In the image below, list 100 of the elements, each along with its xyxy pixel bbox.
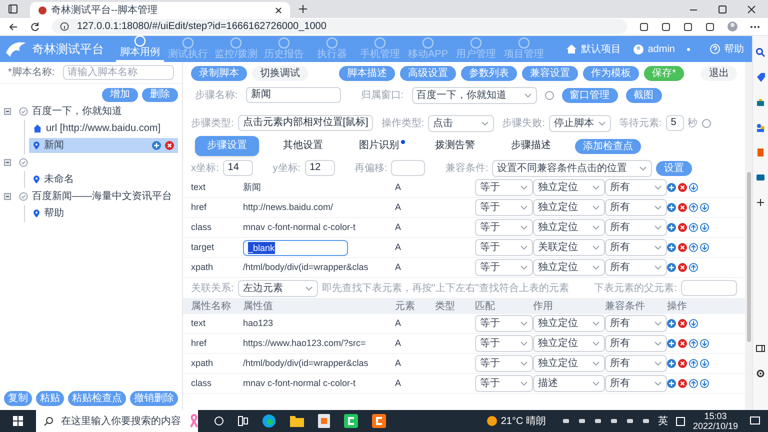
dropdown[interactable]: 独立定位 — [533, 219, 605, 236]
close-icon[interactable] — [747, 5, 756, 14]
dropdown[interactable]: 所有 — [605, 315, 667, 332]
number-field[interactable]: 14 — [222, 160, 253, 176]
dropdown[interactable]: 百度一下，你就知道 — [412, 86, 537, 104]
dropdown[interactable]: 等于 — [475, 199, 533, 216]
dropdown[interactable]: 独立定位 — [533, 179, 605, 196]
down-arrow-icon[interactable] — [700, 359, 709, 368]
down-arrow-icon[interactable] — [700, 203, 709, 212]
text-field[interactable]: 点击元素内部相对位置[鼠标] — [238, 115, 374, 131]
dropdown[interactable]: 等于 — [475, 375, 533, 392]
new-tab-icon[interactable] — [298, 4, 308, 14]
dropdown[interactable]: 独立定位 — [533, 259, 605, 276]
dropdown[interactable]: 独立定位 — [533, 315, 605, 332]
clock-date[interactable]: 2022/10/19 — [692, 421, 738, 431]
home-icon[interactable] — [566, 44, 577, 54]
people-icon[interactable] — [756, 123, 765, 132]
browser-tab[interactable]: 奇林测试平台--脚本管理 — [30, 2, 290, 18]
down-arrow-icon[interactable] — [700, 243, 709, 252]
dropdown[interactable]: 独立定位 — [533, 199, 605, 216]
collapse-icon[interactable] — [4, 159, 11, 166]
dropdown[interactable]: 等于 — [475, 179, 533, 196]
dropdown[interactable]: 所有 — [605, 219, 667, 236]
widgets-icon[interactable] — [238, 416, 248, 426]
start-icon[interactable] — [13, 416, 23, 426]
down-arrow-icon[interactable] — [700, 379, 709, 388]
up-arrow-icon[interactable] — [689, 339, 698, 348]
tree-item[interactable]: 百度新闻——海量中文资讯平台 — [15, 189, 178, 204]
dropdown[interactable]: 等于 — [475, 315, 533, 332]
down-arrow-icon[interactable] — [689, 319, 698, 328]
settings-icon[interactable] — [756, 369, 765, 378]
dropdown[interactable]: 点击 — [428, 114, 494, 132]
up-arrow-icon[interactable] — [689, 359, 698, 368]
dropdown[interactable]: 等于 — [475, 355, 533, 372]
tag-icon[interactable] — [756, 73, 765, 82]
ide-icon[interactable] — [372, 414, 386, 428]
sidebar-toggle-icon[interactable] — [756, 344, 765, 353]
up-arrow-icon[interactable] — [689, 243, 698, 252]
script-name-field[interactable]: 请输入脚本名称 — [62, 65, 174, 80]
dropdown[interactable]: 等于 — [475, 259, 533, 276]
delete-icon[interactable] — [678, 379, 687, 388]
dropdown[interactable]: 所有 — [605, 239, 667, 256]
back-icon[interactable] — [8, 22, 18, 32]
dropdown[interactable]: 所有 — [605, 199, 667, 216]
tree-item[interactable]: 新闻 — [29, 138, 178, 153]
down-arrow-icon[interactable] — [700, 223, 709, 232]
ime-indicator[interactable]: 英 — [658, 414, 668, 428]
tree-item[interactable]: 未命名 — [29, 172, 178, 187]
number-field[interactable]: 12 — [304, 160, 335, 176]
delete-icon[interactable] — [678, 203, 687, 212]
dropdown[interactable]: 设置不同兼容条件点击的位置 — [492, 160, 652, 176]
toolbar-button[interactable]: 切换调试 — [252, 66, 308, 80]
info-icon[interactable] — [60, 22, 69, 31]
add-icon[interactable] — [756, 198, 765, 207]
tab[interactable]: 其他设置 — [271, 136, 335, 156]
dropdown[interactable]: 独立定位 — [533, 355, 605, 372]
more-icon[interactable] — [750, 24, 760, 28]
delete-icon[interactable] — [678, 223, 687, 232]
tree-item[interactable]: url [http://www.baidu.com] — [29, 121, 178, 136]
up-arrow-icon[interactable] — [689, 223, 698, 232]
down-arrow-icon[interactable] — [700, 339, 709, 348]
dropdown[interactable]: 等于 — [475, 219, 533, 236]
dropdown[interactable]: 所有 — [605, 259, 667, 276]
text-field[interactable]: 新闻 — [246, 87, 341, 103]
dropdown[interactable]: 左边元素 — [238, 280, 318, 296]
tab[interactable]: 拨测告警 — [423, 136, 487, 156]
tree-item[interactable]: 百度一下，你就知道 — [15, 104, 178, 119]
up-arrow-icon[interactable] — [689, 263, 698, 272]
down-arrow-icon[interactable] — [689, 183, 698, 192]
text-field[interactable] — [391, 160, 426, 176]
dropdown[interactable]: 等于 — [475, 335, 533, 352]
dropdown[interactable]: 所有 — [605, 179, 667, 196]
search-icon[interactable] — [756, 48, 765, 57]
delete-icon[interactable] — [678, 263, 687, 272]
dropdown[interactable]: 独立定位 — [533, 335, 605, 352]
dropdown[interactable]: 所有 — [605, 335, 667, 352]
text-field[interactable] — [681, 280, 737, 296]
delete-icon[interactable] — [678, 319, 687, 328]
tab[interactable]: 图片识别 — [347, 136, 411, 156]
reload-icon[interactable] — [30, 22, 40, 32]
dropdown[interactable]: 停止脚本 — [548, 114, 611, 132]
delete-icon[interactable] — [678, 339, 687, 348]
taskbar-search-field[interactable]: 在这里输入你要搜索的内容 — [36, 410, 198, 432]
address-bar[interactable]: 127.0.0.1:18080/#/uiEdit/step?id=1666162726000_1000 — [52, 19, 627, 34]
tab[interactable]: 步骤描述 — [499, 136, 563, 156]
browser-icon[interactable] — [262, 414, 276, 428]
collapse-icon[interactable] — [4, 108, 11, 115]
scrollbar-thumb[interactable] — [746, 172, 750, 342]
dropdown[interactable]: 所有 — [605, 355, 667, 372]
up-arrow-icon[interactable] — [689, 379, 698, 388]
close-icon[interactable] — [275, 6, 282, 14]
text-field[interactable]: _blank — [243, 240, 348, 256]
delete-icon[interactable] — [678, 243, 687, 252]
folder-icon[interactable] — [290, 415, 304, 427]
number-field[interactable]: 5 — [666, 115, 684, 131]
dropdown[interactable]: 所有 — [605, 375, 667, 392]
dropdown[interactable]: 等于 — [475, 239, 533, 256]
maximize-icon[interactable] — [718, 5, 727, 14]
task-view-icon[interactable] — [214, 416, 224, 426]
delete-icon[interactable] — [678, 183, 687, 192]
